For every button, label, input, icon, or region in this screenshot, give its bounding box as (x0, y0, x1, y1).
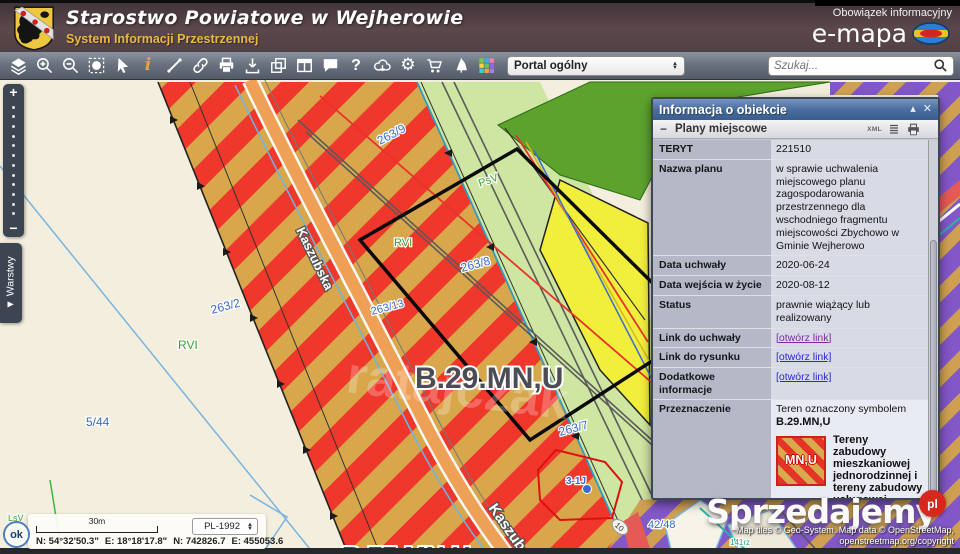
scrollbar-thumb[interactable] (930, 240, 937, 500)
coat-of-arms (12, 5, 56, 52)
zone-description: Tereny zabudowy mieszkaniowej jednorodzi… (833, 434, 923, 500)
osm-copyright-link[interactable]: openstreetmap.org/copyright (736, 536, 954, 547)
info-panel: Informacja o obiekcie ▴ ✕ − Plany miejsc… (651, 97, 940, 500)
measure-icon[interactable] (161, 54, 187, 78)
collapse-section-icon: − (660, 122, 667, 136)
table-row-link: Link do uchwały[otwórz link] (653, 329, 928, 349)
cart-icon[interactable] (421, 54, 447, 78)
zoom-out-button[interactable]: − (9, 222, 17, 235)
layout-panels-icon[interactable] (291, 54, 317, 78)
xml-export-button[interactable]: XML (867, 126, 882, 133)
layers-tab-label: ▼ Warstwy (5, 256, 17, 309)
panel-scrollbar[interactable] (928, 140, 938, 498)
select-area-icon[interactable] (83, 54, 109, 78)
portal-select-value: Portal ogólny (514, 60, 672, 72)
app-subtitle: System Informacji Przestrzennej (66, 32, 463, 46)
sail-flag-icon[interactable] (447, 54, 473, 78)
info-panel-body: TERYT221510 Nazwa planuw sprawie uchwale… (653, 140, 928, 498)
parcel-label: 5/44 (86, 415, 110, 429)
comment-icon[interactable] (317, 54, 343, 78)
scale-label: 30m (37, 516, 157, 526)
layers-icon[interactable] (5, 54, 31, 78)
emapa-brand[interactable]: e-mapa (812, 19, 950, 48)
print-section-icon[interactable] (906, 123, 921, 136)
search-input[interactable] (774, 60, 933, 72)
section-plany-miejscowe[interactable]: − Plany miejscowe XML (653, 120, 938, 139)
basemaps-palette-icon[interactable] (473, 54, 499, 78)
cloud-icon[interactable] (369, 54, 395, 78)
table-row-link: Dodatkowe informacje[otwórz link] (653, 368, 928, 400)
pointer-icon[interactable] (109, 54, 135, 78)
status-bar: 30m PL-1992 ▲▼ N: 54°32'50.3"E: 18°18'17… (28, 514, 266, 549)
map-toolbar: i ? ⚙ Portal ogólny ▲▼ (0, 52, 960, 80)
zone-purple-sliver-top (830, 82, 960, 95)
zone-mnu-legend-icon: MN,U (776, 436, 826, 486)
print-icon[interactable] (213, 54, 239, 78)
close-icon[interactable]: ✕ (923, 104, 932, 115)
help-icon[interactable]: ? (343, 54, 369, 78)
window-top-edge-right (815, 0, 960, 6)
zone-intro: Teren oznaczony symbolem (776, 403, 923, 416)
parcel-label: 42/48 (648, 519, 676, 531)
map-attribution: Map tiles © Geo-System. Map data © OpenS… (736, 525, 954, 548)
table-row: Data uchwały2020-06-24 (653, 256, 928, 276)
copy-icon[interactable] (265, 54, 291, 78)
info-panel-title: Informacja o obiekcie (659, 103, 903, 117)
search-icon[interactable] (933, 58, 948, 73)
link-icon[interactable] (187, 54, 213, 78)
zone-label-b29: B.29.MN,U (415, 362, 563, 395)
table-row: Nazwa planuw sprawie uchwalenia miejscow… (653, 160, 928, 257)
zoom-out-icon[interactable] (57, 54, 83, 78)
select-stepper-icon: ▲▼ (672, 62, 678, 70)
app-title: Starostwo Powiatowe w Wejherowie (66, 7, 463, 29)
layers-panel-tab[interactable]: ▼ Warstwy (0, 243, 22, 323)
search-box (768, 56, 954, 76)
open-additional-info-link[interactable]: [otwórz link] (776, 371, 831, 383)
table-row-link: Link do rysunku[otwórz link] (653, 348, 928, 368)
zoom-slider: + − (3, 84, 24, 237)
table-row-przeznaczenie: Przeznaczenie Teren oznaczony symbolem B… (653, 400, 928, 500)
scale-bar: 30m (36, 526, 158, 533)
landuse-label: RVI (178, 338, 198, 352)
coordinates-readout: N: 54°32'50.3"E: 18°18'17.8"N: 742826.7E… (36, 536, 262, 547)
object-info-icon[interactable]: i (135, 54, 161, 78)
table-row: TERYT221510 (653, 140, 928, 160)
list-view-icon[interactable] (888, 123, 900, 135)
application-window: ratajczak 263/9 PsV RVI 263/8 263/2 263/… (0, 0, 960, 554)
info-panel-header[interactable]: Informacja o obiekcie ▴ ✕ (653, 99, 938, 120)
open-resolution-link[interactable]: [otwórz link] (776, 332, 831, 344)
zoom-in-icon[interactable] (31, 54, 57, 78)
settings-icon[interactable]: ⚙ (395, 54, 421, 78)
zone-symbol: B.29.MN,U (776, 416, 923, 429)
landuse-label: RVI (394, 237, 412, 249)
projection-value: PL-1992 (197, 521, 247, 532)
zone-purple-sliver (938, 95, 960, 500)
privacy-link[interactable]: Obowiązek informacyjny (833, 7, 952, 19)
app-header: Starostwo Powiatowe w Wejherowie System … (0, 2, 960, 52)
download-icon[interactable] (239, 54, 265, 78)
table-row: Statusprawnie wiążący lub realizowany (653, 296, 928, 329)
zoom-in-button[interactable]: + (9, 86, 17, 99)
collapse-icon[interactable]: ▴ (910, 104, 916, 115)
section-title: Plany miejscowe (675, 123, 867, 135)
emapa-logo-icon (912, 22, 950, 45)
zoom-level-dots[interactable] (12, 99, 15, 222)
open-drawing-link[interactable]: [otwórz link] (776, 351, 831, 363)
emapa-label: e-mapa (812, 19, 907, 48)
table-row: Data wejścia w życie2020-08-12 (653, 276, 928, 296)
projection-select[interactable]: PL-1992 ▲▼ (192, 518, 258, 535)
building-label: 3-1J (566, 476, 586, 487)
select-stepper-icon: ▲▼ (247, 523, 253, 531)
portal-select[interactable]: Portal ogólny ▲▼ (507, 56, 685, 76)
sprzedajemy-pl-badge: pl (919, 490, 946, 517)
ok-button[interactable]: ok (3, 521, 30, 548)
